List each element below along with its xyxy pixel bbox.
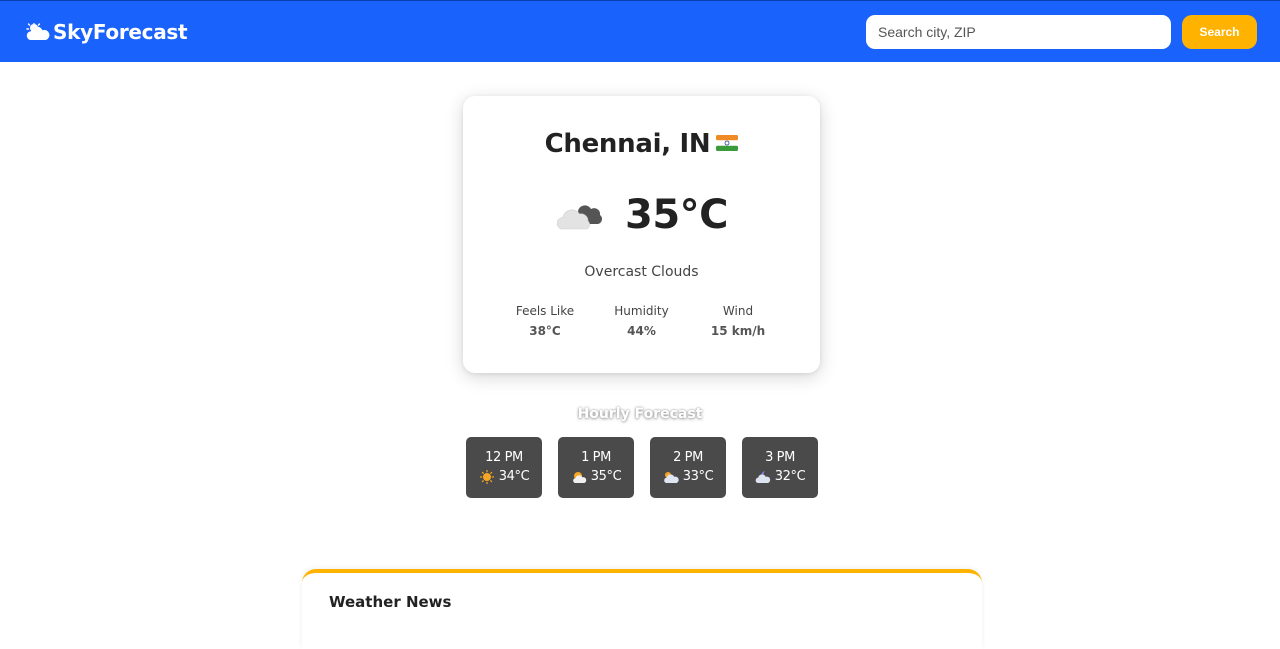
logo-text: SkyForecast <box>53 20 188 44</box>
stat-feels-like: Feels Like 38°C <box>497 304 593 338</box>
cloud-moon-icon <box>755 470 770 483</box>
india-flag-icon <box>716 134 739 151</box>
weather-news-section: Weather News <box>302 569 982 649</box>
cloud-sun-icon <box>663 471 679 483</box>
news-title: Weather News <box>329 593 452 611</box>
hour-time: 1 PM <box>581 450 611 465</box>
hour-time: 3 PM <box>765 450 795 465</box>
hourly-card[interactable]: 1 PM 35°C <box>558 437 634 498</box>
weather-description: Overcast Clouds <box>584 264 699 280</box>
cloud-sun-icon <box>26 23 50 40</box>
sun-cloud-icon <box>572 471 586 483</box>
hour-time: 12 PM <box>485 450 523 465</box>
city-name: Chennai, IN <box>544 129 711 159</box>
hourly-forecast-title: Hourly Forecast <box>577 406 703 422</box>
top-header: SkyForecast Search <box>0 0 1280 62</box>
hour-temp: 34°C <box>498 469 530 484</box>
current-temperature: 35°C <box>624 192 729 238</box>
stat-label: Feels Like <box>515 304 575 318</box>
stat-label: Humidity <box>614 304 669 318</box>
logo[interactable]: SkyForecast <box>25 18 188 46</box>
hourly-card[interactable]: 3 PM 32°C <box>742 437 818 498</box>
stat-value: 15 km/h <box>710 324 766 338</box>
search-button[interactable]: Search <box>1182 15 1257 49</box>
stat-label: Wind <box>722 304 754 318</box>
hourly-forecast-list: 12 PM 34°C 1 PM 35°C 2 PM 33°C 3 PM 32°C <box>466 437 818 498</box>
hour-temp-row: 35°C <box>558 469 634 484</box>
hour-time: 2 PM <box>673 450 703 465</box>
hour-temp-row: 32°C <box>742 469 818 484</box>
hour-temp-row: 34°C <box>466 469 542 484</box>
temperature-row: 35°C <box>463 190 820 240</box>
hour-temp: 33°C <box>682 469 714 484</box>
current-weather-card: Chennai, IN 35°C Overcast Clouds Feels L… <box>463 96 820 373</box>
stat-value: 38°C <box>529 324 561 338</box>
hour-temp: 35°C <box>590 469 622 484</box>
stat-value: 44% <box>627 324 656 338</box>
sun-icon <box>479 469 494 484</box>
weather-stats: Feels Like 38°C Humidity 44% Wind 15 km/… <box>497 304 786 338</box>
hour-temp-row: 33°C <box>650 469 726 484</box>
search-input[interactable] <box>866 15 1171 49</box>
city-heading: Chennai, IN <box>463 129 820 159</box>
hour-temp: 32°C <box>774 469 806 484</box>
hourly-card[interactable]: 2 PM 33°C <box>650 437 726 498</box>
stat-wind: Wind 15 km/h <box>690 304 786 338</box>
hourly-card[interactable]: 12 PM 34°C <box>466 437 542 498</box>
overcast-clouds-icon <box>556 205 602 230</box>
stat-humidity: Humidity 44% <box>594 304 690 338</box>
